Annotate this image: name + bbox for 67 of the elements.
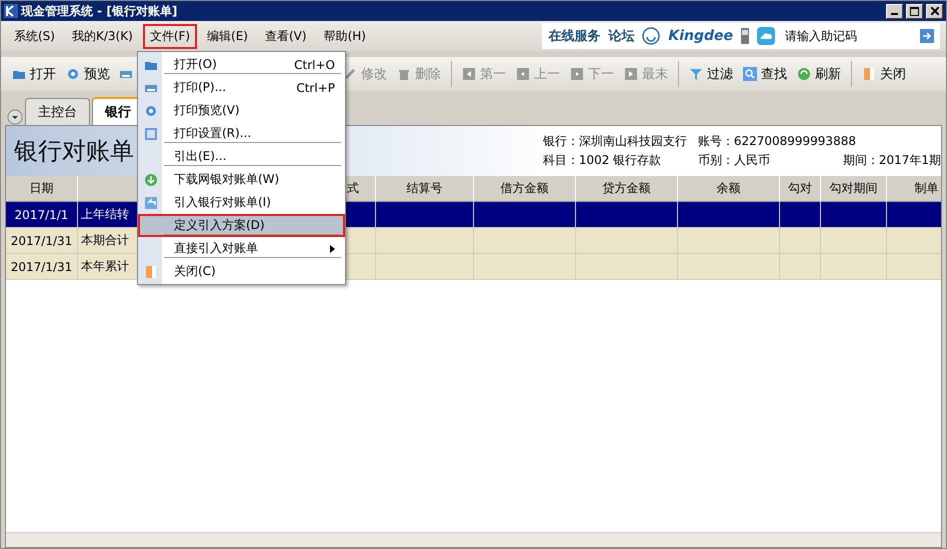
service-link[interactable]: 在线服务: [548, 27, 600, 45]
go-icon[interactable]: [920, 29, 934, 43]
column-header: 余额: [678, 176, 780, 202]
toolbar-button[interactable]: 过滤: [684, 65, 738, 83]
menu-item[interactable]: 我的K/3(K): [64, 24, 140, 48]
info-text: 科目：1002 银行存款: [542, 152, 662, 169]
column-header: 贷方金额: [576, 176, 678, 202]
tab[interactable]: 主控台: [25, 98, 90, 125]
eye-icon: [66, 67, 80, 81]
report-title: 银行对账单: [14, 136, 134, 167]
download-icon: [144, 172, 158, 186]
tab-list-icon[interactable]: [7, 109, 23, 125]
last-icon: [624, 67, 638, 81]
column-header: 借方金额: [474, 176, 576, 202]
minimize-button[interactable]: [886, 4, 903, 18]
info-text: 银行：深圳南山科技园支行: [542, 133, 688, 150]
menu-item[interactable]: 查看(V): [258, 24, 314, 48]
brand-logo: Kingdee: [668, 28, 733, 44]
info-text: 期间：2017年1期: [842, 152, 941, 169]
cloud-icon: [757, 27, 775, 45]
next-icon: [570, 67, 584, 81]
page-setup-icon: [144, 126, 158, 140]
toolbar-button[interactable]: 打开: [7, 65, 61, 83]
column-header: 勾对期间: [821, 176, 887, 202]
column-header: 日期: [6, 176, 78, 202]
close-button[interactable]: [926, 4, 943, 18]
table-cell: 2017/1/31: [6, 254, 78, 280]
menu-item[interactable]: 打印预览(V): [138, 99, 345, 122]
toolbar-button[interactable]: 查找: [738, 65, 792, 83]
menu-item[interactable]: 文件(F): [142, 24, 198, 48]
door-icon: [144, 264, 158, 278]
toolbar-button[interactable]: 预览: [61, 65, 115, 83]
toolbar-button[interactable]: 刷新: [792, 65, 846, 83]
horizontal-scrollbar[interactable]: [6, 532, 941, 547]
table-cell: 2017/1/1: [6, 202, 78, 228]
trash-icon: [397, 67, 411, 81]
shortcut-text: Ctrl+O: [294, 58, 335, 72]
info-text: 币别：人民币: [698, 152, 771, 169]
window-title: 现金管理系统 - [银行对账单]: [21, 2, 178, 20]
shortcut-text: Ctrl+P: [296, 80, 335, 94]
close-icon: [930, 7, 938, 15]
first-icon: [462, 67, 476, 81]
menu-item[interactable]: 编辑(E): [200, 24, 255, 48]
table-cell: 2017/1/31: [6, 228, 78, 254]
submenu-arrow-icon: [330, 244, 335, 252]
smiley-icon: [642, 27, 660, 45]
menu-item[interactable]: 帮助(H): [316, 24, 373, 48]
column-header: 制单: [887, 176, 941, 202]
refresh-icon: [797, 67, 811, 81]
toolbar-button[interactable]: 关闭: [857, 65, 911, 83]
menu-item[interactable]: 定义引入方案(D): [138, 214, 345, 237]
import-icon: [144, 196, 158, 210]
door-icon: [862, 67, 876, 81]
app-logo-icon: [4, 4, 18, 18]
column-header: 勾对: [780, 176, 821, 202]
phone-icon: [741, 28, 749, 44]
funnel-icon: [689, 67, 703, 81]
previous-icon: [516, 67, 530, 81]
search-icon: [743, 67, 757, 81]
eye-icon: [144, 104, 158, 118]
maximize-button[interactable]: [906, 4, 923, 18]
info-text: 账号：6227008999993888: [698, 133, 856, 150]
column-header: 结算号: [376, 176, 474, 202]
menu-item[interactable]: 系统(S): [7, 24, 62, 48]
service-link[interactable]: 论坛: [608, 27, 634, 45]
maximize-icon: [910, 6, 919, 16]
pencil-icon: [343, 67, 357, 81]
